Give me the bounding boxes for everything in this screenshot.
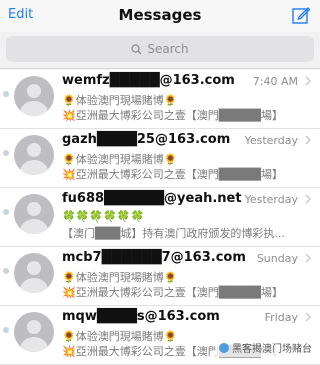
preview-line: 🌻体验澳門現場賭博🌻 [62, 153, 178, 166]
sender-name: wemfz█████@163.com [62, 73, 235, 88]
unread-dot [3, 91, 9, 97]
chevron-right-icon [305, 253, 311, 263]
message-row[interactable]: gazh████25@163.com Yesterday 🌻体验澳門現場賭博🌻 … [0, 129, 320, 188]
chevron-right-icon [305, 76, 311, 86]
sender-name: mcb7██████7@163.com [62, 250, 246, 265]
search-placeholder: Search [147, 42, 189, 56]
message-time: 7:40 AM [252, 75, 298, 88]
chevron-right-icon [305, 135, 311, 145]
preview-line: 🌻体验澳門現場賭博🌻 [62, 271, 178, 284]
watermark: 黑客揭澳门场赌台 [215, 338, 316, 357]
message-time: Friday [264, 311, 298, 324]
sender-name: gazh████25@163.com [62, 132, 231, 147]
message-list: wemfz█████@163.com 7:40 AM 🌻体验澳門現場賭博🌻 💥亞… [0, 70, 320, 365]
preview-line: 💥亞洲最大博彩公司之壹【澳門█████場】 [62, 168, 283, 181]
chevron-right-icon [305, 312, 311, 322]
unread-dot [3, 150, 9, 156]
chevron-right-icon [305, 194, 311, 204]
message-time: Yesterday [244, 134, 298, 147]
preview-line: 🌻体验澳門現場賭博🌻 [62, 94, 178, 107]
message-time: Yesterday [244, 193, 298, 206]
message-time: Sunday [256, 252, 298, 265]
message-row[interactable]: wemfz█████@163.com 7:40 AM 🌻体验澳門現場賭博🌻 💥亞… [0, 70, 320, 129]
sender-name: mqw████s@163.com [62, 309, 220, 324]
unread-dot [3, 327, 9, 333]
preview-line: 💥亞洲最大博彩公司之壹【澳門█████場】 [62, 286, 283, 299]
message-row[interactable]: mcb7██████7@163.com Sunday 🌻体验澳門現場賭博🌻 💥亞… [0, 247, 320, 306]
navigation-bar: Edit Messages [0, 0, 320, 32]
sender-name: fu688██████@yeah.net [62, 191, 242, 206]
preview-line: 💥亞洲最大博彩公司之壹【澳門█████場】 [62, 109, 283, 122]
watermark-logo-icon [219, 342, 229, 353]
message-row[interactable]: fu688██████@yeah.net Yesterday 🍀🍀🍀🍀🍀🍀 【澳… [0, 188, 320, 247]
avatar [14, 76, 54, 116]
search-icon [131, 43, 142, 54]
avatar [14, 135, 54, 175]
watermark-text: 黑客揭澳门场赌台 [232, 344, 312, 355]
page-title: Messages [118, 6, 202, 24]
unread-dot [3, 209, 9, 215]
unread-dot [3, 268, 9, 274]
search-input[interactable]: Search [6, 36, 314, 62]
preview-line: 【澳门███城】持有澳门政府颁发的博彩执... [62, 227, 285, 240]
search-bar: Search [0, 32, 320, 69]
compose-icon[interactable] [292, 6, 310, 24]
avatar [14, 194, 54, 234]
avatar [14, 253, 54, 293]
avatar [14, 312, 54, 352]
preview-line: 🍀🍀🍀🍀🍀🍀 [62, 210, 145, 223]
